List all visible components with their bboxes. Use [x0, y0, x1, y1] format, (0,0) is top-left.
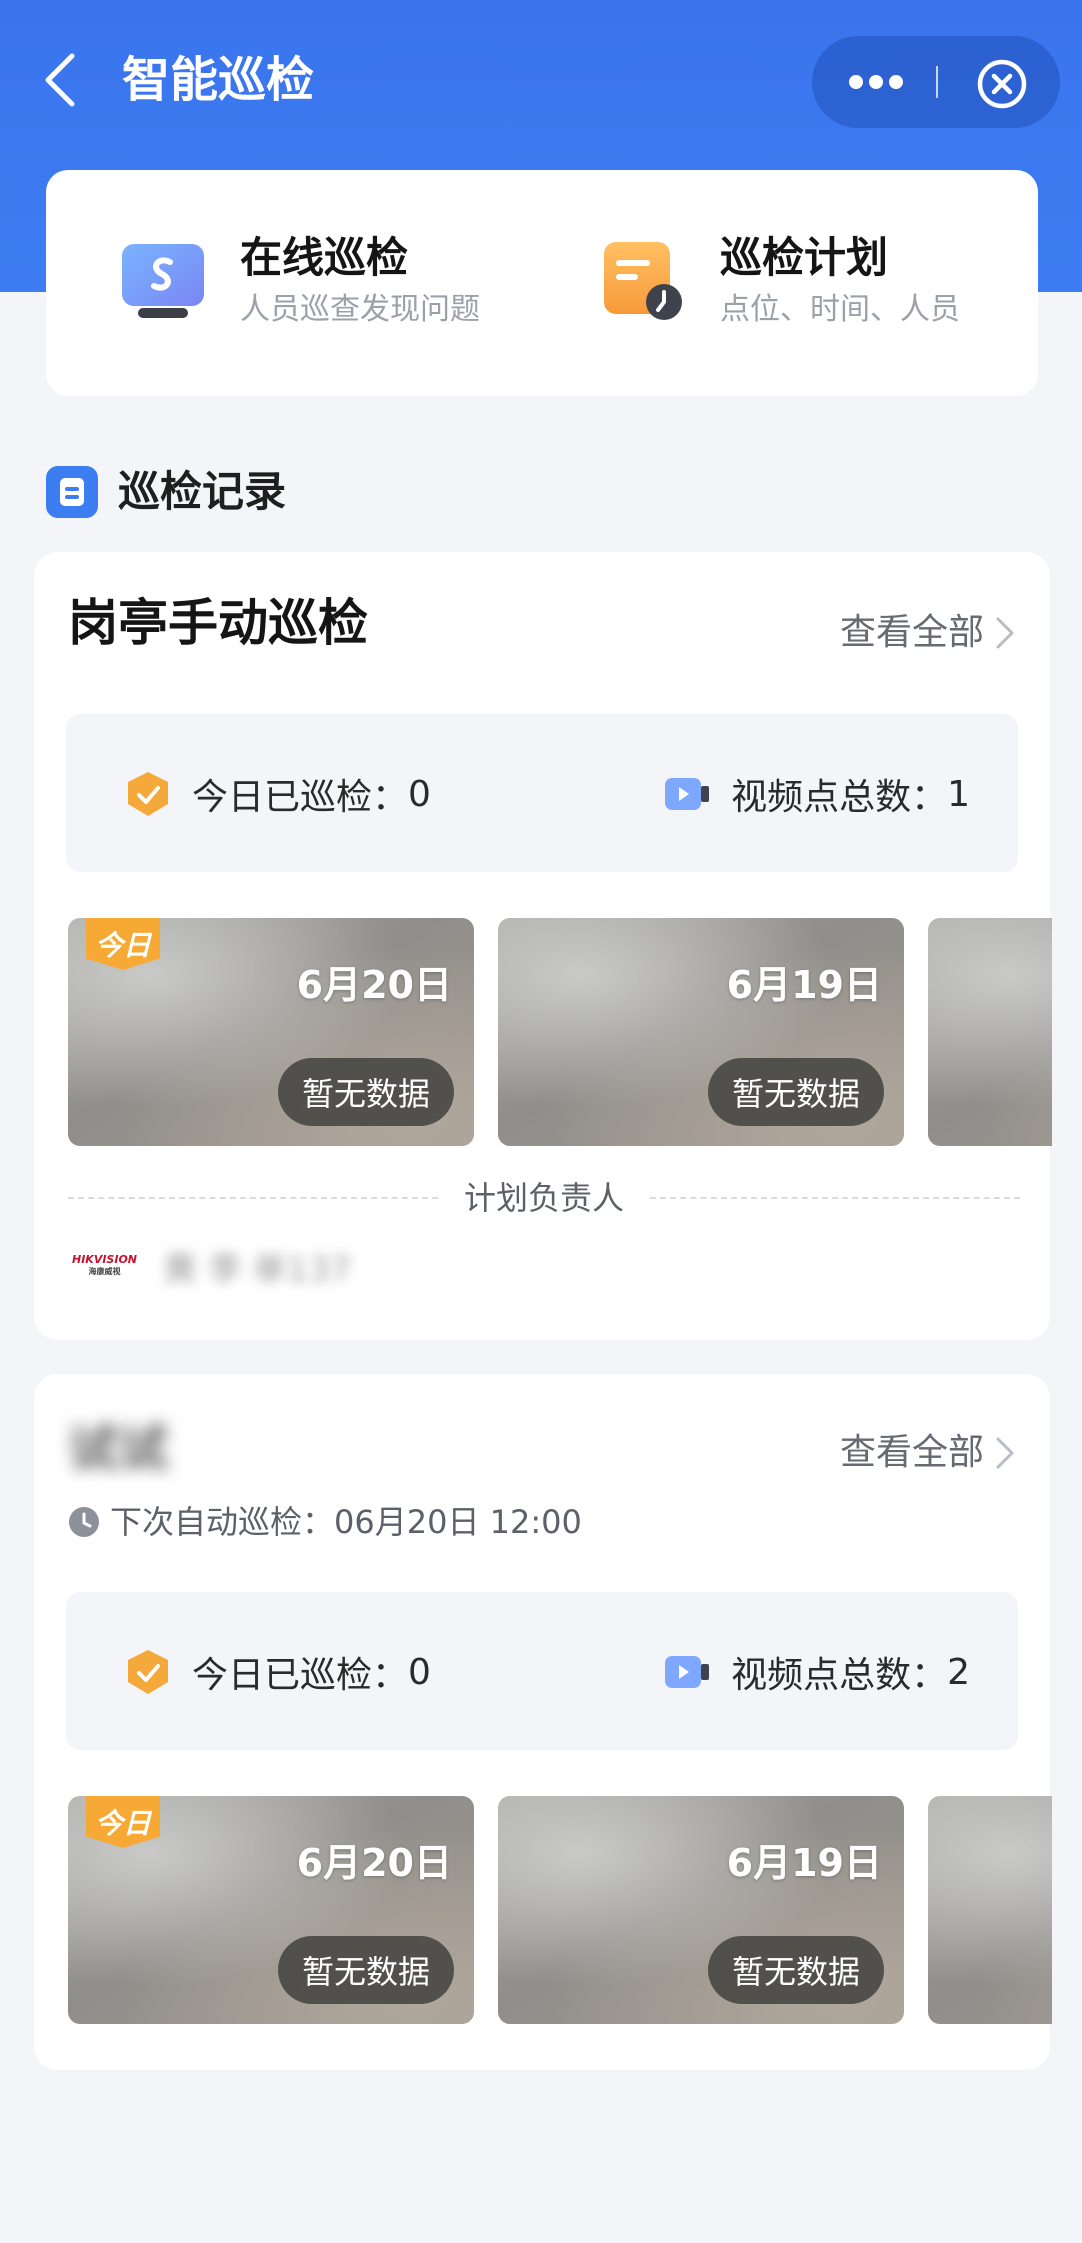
- stat-value: 2: [947, 1651, 970, 1693]
- quick-action-title: 巡检计划: [720, 233, 889, 282]
- thumbnail-strip[interactable]: 今日 6月20日 暂无数据 6月19日 暂无数据: [68, 1796, 1052, 2026]
- chevron-right-icon: [996, 617, 1014, 649]
- next-auto-patrol: 下次自动巡检：06月20日 12:00: [68, 1500, 582, 1544]
- stat-patrolled-today: 今日已巡检： 0: [124, 764, 431, 824]
- thumbnail-date: 6月19日: [726, 1841, 882, 1885]
- chevron-right-icon: [996, 1437, 1014, 1469]
- no-data-badge: 暂无数据: [277, 1058, 454, 1126]
- stat-value: 0: [408, 1651, 431, 1693]
- quick-action-title: 在线巡检: [240, 233, 409, 282]
- day-thumbnail-partial[interactable]: [928, 1796, 1052, 2024]
- thumbnail-date: 6月19日: [726, 963, 882, 1007]
- today-badge: 今日: [86, 1796, 160, 1848]
- thumbnail-date: 6月20日: [296, 963, 452, 1007]
- day-thumbnail[interactable]: 今日 6月20日 暂无数据: [68, 1796, 474, 2024]
- quick-action-patrol-plan[interactable]: 巡检计划 点位、时间、人员: [600, 230, 1000, 340]
- stat-label: 今日已巡检：: [192, 777, 409, 818]
- stat-label: 视频点总数：: [731, 1655, 948, 1696]
- no-data-badge: 暂无数据: [707, 1936, 884, 2004]
- view-all-link[interactable]: 查看全部: [840, 1428, 1016, 1478]
- thumbnail-date: 6月20日: [296, 1841, 452, 1885]
- stat-video-points: 视频点总数： 2: [663, 1642, 970, 1702]
- stat-patrolled-today: 今日已巡检： 0: [124, 1642, 431, 1702]
- quick-action-online-patrol[interactable]: 在线巡检 人员巡查发现问题: [120, 230, 480, 340]
- card-title: 岗亭手动巡检: [68, 594, 368, 652]
- stat-label: 视频点总数：: [731, 777, 948, 818]
- patrol-record-card: 岗亭手动巡检 查看全部 今日已巡检： 0 视频点总数： 1 今日 6月20日 暂…: [34, 552, 1052, 1340]
- plan-owner: HIKVISION 海康威视 黄 李 单137: [72, 1242, 352, 1290]
- section-title: 巡检记录: [118, 467, 287, 516]
- mini-program-capsule: [812, 36, 1060, 128]
- divider-label: 计划负责人: [463, 1179, 624, 1217]
- view-all-label: 查看全部: [839, 1432, 984, 1473]
- back-arrow-icon[interactable]: [40, 52, 80, 108]
- no-data-badge: 暂无数据: [707, 1058, 884, 1126]
- day-thumbnail[interactable]: 6月19日 暂无数据: [498, 918, 904, 1146]
- nav-bar: 智能巡检: [0, 0, 1082, 160]
- more-icon[interactable]: [846, 66, 906, 98]
- day-thumbnail[interactable]: 今日 6月20日 暂无数据: [68, 918, 474, 1146]
- logo-text: HIKVISION: [72, 1253, 138, 1266]
- close-circle-icon[interactable]: [976, 58, 1028, 110]
- quick-actions-card: 在线巡检 人员巡查发现问题 巡检计划 点位、时间、人员: [46, 170, 1038, 396]
- quick-action-subtitle: 人员巡查发现问题: [240, 292, 480, 327]
- quick-action-subtitle: 点位、时间、人员: [720, 292, 960, 327]
- logo-subtext: 海康威视: [88, 1267, 121, 1276]
- hikvision-logo: HIKVISION 海康威视: [72, 1254, 137, 1278]
- page-title: 智能巡检: [122, 52, 315, 108]
- video-camera-icon: [665, 778, 710, 810]
- shield-check-icon: [128, 1650, 168, 1694]
- view-all-label: 查看全部: [839, 612, 984, 653]
- stats-panel: 今日已巡检： 0 视频点总数： 1: [66, 714, 1018, 872]
- schedule-text: 下次自动巡检：06月20日 12:00: [110, 1503, 582, 1541]
- card-title: 试试: [68, 1420, 168, 1478]
- stat-value: 0: [408, 773, 431, 815]
- stats-panel: 今日已巡检： 0 视频点总数： 2: [66, 1592, 1018, 1750]
- owner-name: 黄 李 单137: [163, 1249, 352, 1290]
- thumbnail-strip[interactable]: 今日 6月20日 暂无数据 6月19日 暂无数据: [68, 918, 1052, 1148]
- records-icon: [46, 466, 98, 518]
- stat-value: 1: [947, 773, 970, 815]
- monitor-icon: [122, 244, 204, 318]
- today-badge: 今日: [86, 918, 160, 970]
- patrol-record-card: 试试 查看全部 下次自动巡检：06月20日 12:00 今日已巡检： 0 视频点…: [34, 1374, 1052, 2070]
- stat-label: 今日已巡检：: [192, 1655, 409, 1696]
- plan-clock-icon: [604, 242, 682, 320]
- no-data-badge: 暂无数据: [277, 1936, 454, 2004]
- capsule-divider: [936, 66, 938, 98]
- day-thumbnail-partial[interactable]: [928, 918, 1052, 1146]
- owner-divider: 计划负责人: [68, 1178, 1020, 1218]
- clock-icon: [69, 1507, 99, 1537]
- video-camera-icon: [665, 1656, 710, 1688]
- view-all-link[interactable]: 查看全部: [840, 608, 1016, 658]
- stat-video-points: 视频点总数： 1: [663, 764, 970, 824]
- day-thumbnail[interactable]: 6月19日 暂无数据: [498, 1796, 904, 2024]
- shield-check-icon: [128, 772, 168, 816]
